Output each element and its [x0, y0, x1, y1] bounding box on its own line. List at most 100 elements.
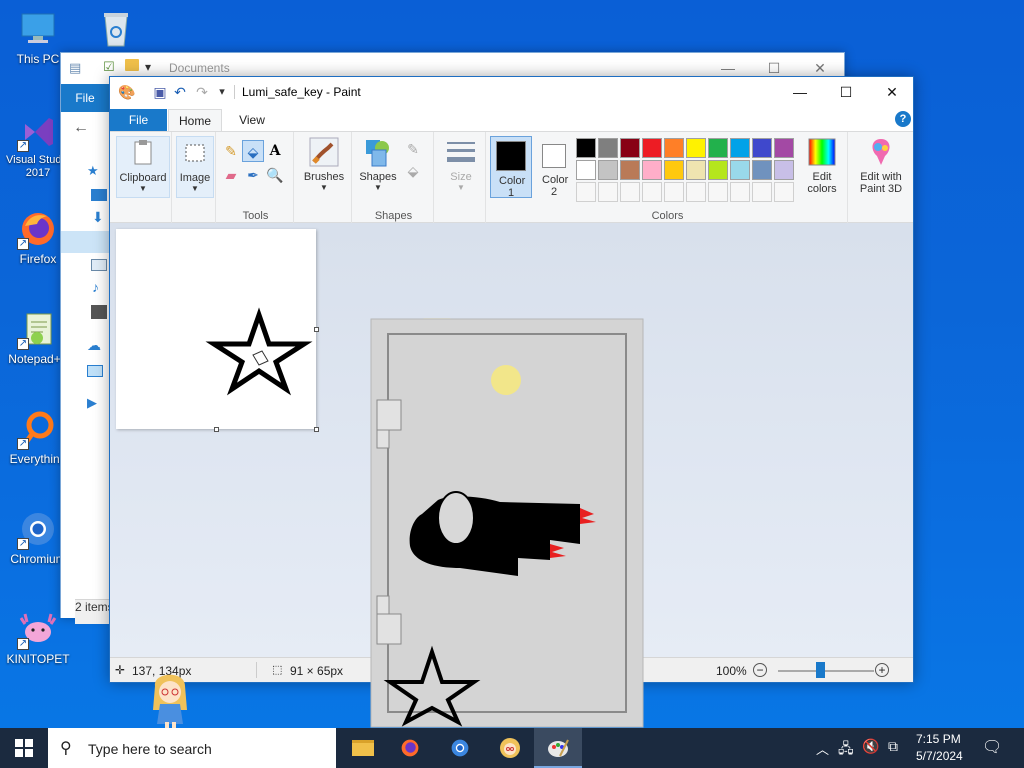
- palette-swatch[interactable]: [664, 182, 684, 202]
- network-icon[interactable]: ▶: [87, 395, 97, 411]
- explorer-file-tab[interactable]: File: [61, 84, 109, 112]
- show-hidden-icons-icon[interactable]: ︿: [816, 739, 829, 758]
- edit-with-paint3d-button[interactable]: Edit with Paint 3D: [852, 136, 910, 198]
- resize-handle[interactable]: [314, 427, 319, 432]
- palette-swatch[interactable]: [642, 138, 662, 158]
- image-label: Image: [179, 172, 211, 184]
- quick-access-star-icon[interactable]: ★: [87, 163, 99, 179]
- text-icon[interactable]: A: [264, 140, 286, 162]
- back-arrow-icon[interactable]: ←: [73, 119, 89, 137]
- taskbar-paint[interactable]: [534, 728, 582, 768]
- start-button[interactable]: [0, 728, 48, 768]
- desktop-folder-icon[interactable]: [91, 189, 107, 201]
- pencil-icon[interactable]: ✎: [220, 140, 242, 162]
- zoom-slider-track[interactable]: [778, 670, 874, 672]
- documents-icon[interactable]: [61, 231, 109, 253]
- palette-swatch[interactable]: [664, 138, 684, 158]
- palette-swatch[interactable]: [686, 182, 706, 202]
- image-button[interactable]: Image ▼: [176, 136, 214, 198]
- fill-icon[interactable]: ⬙: [402, 160, 424, 182]
- palette-swatch[interactable]: [686, 160, 706, 180]
- palette-swatch[interactable]: [642, 182, 662, 202]
- videos-icon[interactable]: [91, 305, 107, 319]
- palette-swatch[interactable]: [730, 182, 750, 202]
- size-button[interactable]: Size ▼: [438, 136, 484, 198]
- palette-swatch[interactable]: [576, 160, 596, 180]
- paint-titlebar[interactable]: 🎨 ▣ ↶ ↷ ▾ Lumi_safe_key - Paint — ☐ ✕: [110, 77, 913, 107]
- palette-swatch[interactable]: [774, 138, 794, 158]
- customize-qa-dropdown-icon[interactable]: ▾: [214, 84, 230, 100]
- palette-swatch[interactable]: [774, 160, 794, 180]
- taskbar-search-box[interactable]: ⚲ Type here to search: [48, 728, 336, 768]
- palette-swatch[interactable]: [620, 138, 640, 158]
- color2-button[interactable]: Color 2: [534, 136, 574, 198]
- palette-swatch[interactable]: [576, 138, 596, 158]
- palette-swatch[interactable]: [752, 160, 772, 180]
- paint-maximize-button[interactable]: ☐: [823, 77, 869, 107]
- palette-swatch[interactable]: [642, 160, 662, 180]
- palette-swatch[interactable]: [664, 160, 684, 180]
- network-icon[interactable]: 🖧: [838, 738, 854, 762]
- desktop-icon-recycle-bin[interactable]: [78, 8, 154, 52]
- edit-colors-button[interactable]: Edit colors: [800, 136, 844, 198]
- taskbar-file-explorer[interactable]: [338, 728, 386, 768]
- fill-bucket-icon[interactable]: ⬙: [242, 140, 264, 162]
- palette-swatch[interactable]: [708, 182, 728, 202]
- resize-handle[interactable]: [214, 427, 219, 432]
- clock-date[interactable]: 5/7/2024: [916, 749, 963, 763]
- taskbar-chromium[interactable]: [436, 728, 484, 768]
- palette-swatch[interactable]: [752, 182, 772, 202]
- line-width-icon: [445, 136, 477, 168]
- palette-swatch[interactable]: [730, 160, 750, 180]
- palette-swatch[interactable]: [598, 182, 618, 202]
- tab-view[interactable]: View: [228, 109, 276, 131]
- tab-file[interactable]: File: [110, 109, 167, 131]
- magnifier-icon[interactable]: 🔍: [264, 164, 286, 186]
- palette-swatch[interactable]: [730, 138, 750, 158]
- brushes-button[interactable]: Brushes ▼: [298, 136, 350, 198]
- palette-swatch[interactable]: [708, 160, 728, 180]
- explorer-qa-dropdown-icon[interactable]: ▾: [145, 60, 151, 74]
- shortcut-arrow-icon: ↗: [17, 238, 29, 250]
- save-icon[interactable]: ▣: [152, 84, 168, 100]
- zoom-in-button[interactable]: +: [875, 663, 889, 677]
- eraser-icon[interactable]: ▰: [220, 164, 242, 186]
- paint-close-button[interactable]: ✕: [869, 77, 913, 107]
- palette-swatch[interactable]: [774, 182, 794, 202]
- undo-icon[interactable]: ↶: [172, 84, 188, 100]
- volume-muted-icon[interactable]: 🔇: [862, 738, 879, 755]
- downloads-icon[interactable]: ⬇: [92, 209, 104, 226]
- zoom-slider-thumb[interactable]: [816, 662, 825, 678]
- notifications-icon[interactable]: 🗨: [982, 737, 1002, 757]
- this-pc-icon[interactable]: [87, 365, 103, 377]
- paint-minimize-button[interactable]: —: [777, 77, 823, 107]
- taskbar-lumi-app[interactable]: [486, 728, 534, 768]
- clipboard-button[interactable]: Clipboard ▼: [116, 136, 170, 198]
- help-icon[interactable]: ?: [895, 111, 911, 127]
- chevron-down-icon: ▼: [191, 184, 199, 193]
- music-icon[interactable]: ♪: [92, 279, 99, 295]
- tab-home[interactable]: Home: [168, 109, 222, 131]
- palette-swatch[interactable]: [576, 182, 596, 202]
- redo-icon[interactable]: ↷: [194, 84, 210, 100]
- outline-icon[interactable]: ✎: [402, 138, 424, 160]
- shapes-button[interactable]: Shapes ▼: [356, 136, 400, 198]
- clock-time[interactable]: 7:15 PM: [916, 732, 961, 746]
- color-picker-icon[interactable]: ✒: [242, 164, 264, 186]
- palette-swatch[interactable]: [686, 138, 706, 158]
- palette-swatch[interactable]: [620, 160, 640, 180]
- taskbar-firefox[interactable]: [386, 728, 434, 768]
- palette-swatch[interactable]: [598, 160, 618, 180]
- palette-swatch[interactable]: [708, 138, 728, 158]
- drawing-canvas[interactable]: [116, 229, 319, 432]
- color1-button[interactable]: Color 1: [490, 136, 532, 199]
- star-shape[interactable]: [116, 229, 316, 429]
- palette-swatch[interactable]: [620, 182, 640, 202]
- palette-swatch[interactable]: [752, 138, 772, 158]
- palette-swatch[interactable]: [598, 138, 618, 158]
- onedrive-icon[interactable]: ☁: [87, 337, 101, 354]
- pictures-icon[interactable]: [91, 259, 107, 271]
- action-center-small-icon[interactable]: ⧉: [888, 738, 898, 755]
- zoom-out-button[interactable]: −: [753, 663, 767, 677]
- resize-handle[interactable]: [314, 327, 319, 332]
